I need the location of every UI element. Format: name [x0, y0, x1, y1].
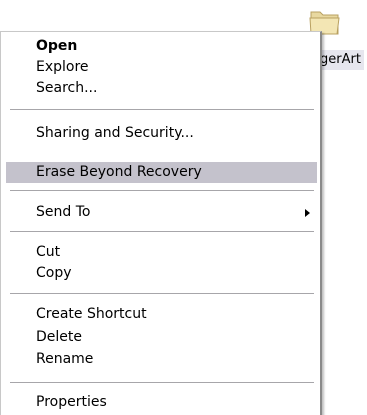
- menu-separator: [10, 109, 314, 110]
- menu-item-open[interactable]: Open: [6, 36, 317, 57]
- menu-item-create-shortcut[interactable]: Create Shortcut: [6, 304, 317, 325]
- menu-item-cut[interactable]: Cut: [6, 242, 317, 263]
- menu-item-explore[interactable]: Explore: [6, 57, 317, 78]
- menu-item-search[interactable]: Search...: [6, 78, 317, 99]
- menu-item-copy[interactable]: Copy: [6, 263, 317, 284]
- menu-separator: [10, 293, 314, 294]
- menu-separator: [10, 190, 314, 191]
- menu-separator: [10, 231, 314, 232]
- menu-item-send-to[interactable]: Send To: [6, 202, 317, 223]
- folder-label[interactable]: gerArt: [318, 50, 364, 70]
- context-menu: Open Explore Search... Sharing and Secur…: [0, 31, 322, 415]
- menu-item-rename[interactable]: Rename: [6, 349, 317, 370]
- menu-item-sharing-and-security[interactable]: Sharing and Security...: [6, 123, 317, 144]
- chevron-right-icon: [305, 209, 310, 217]
- menu-item-properties[interactable]: Properties: [6, 392, 317, 413]
- desktop: gerArt Open Explore Search... Sharing an…: [0, 0, 367, 415]
- menu-item-delete[interactable]: Delete: [6, 327, 317, 348]
- menu-separator: [10, 382, 314, 383]
- menu-item-send-to-label: Send To: [36, 204, 91, 220]
- menu-item-erase-beyond-recovery[interactable]: Erase Beyond Recovery: [6, 162, 317, 183]
